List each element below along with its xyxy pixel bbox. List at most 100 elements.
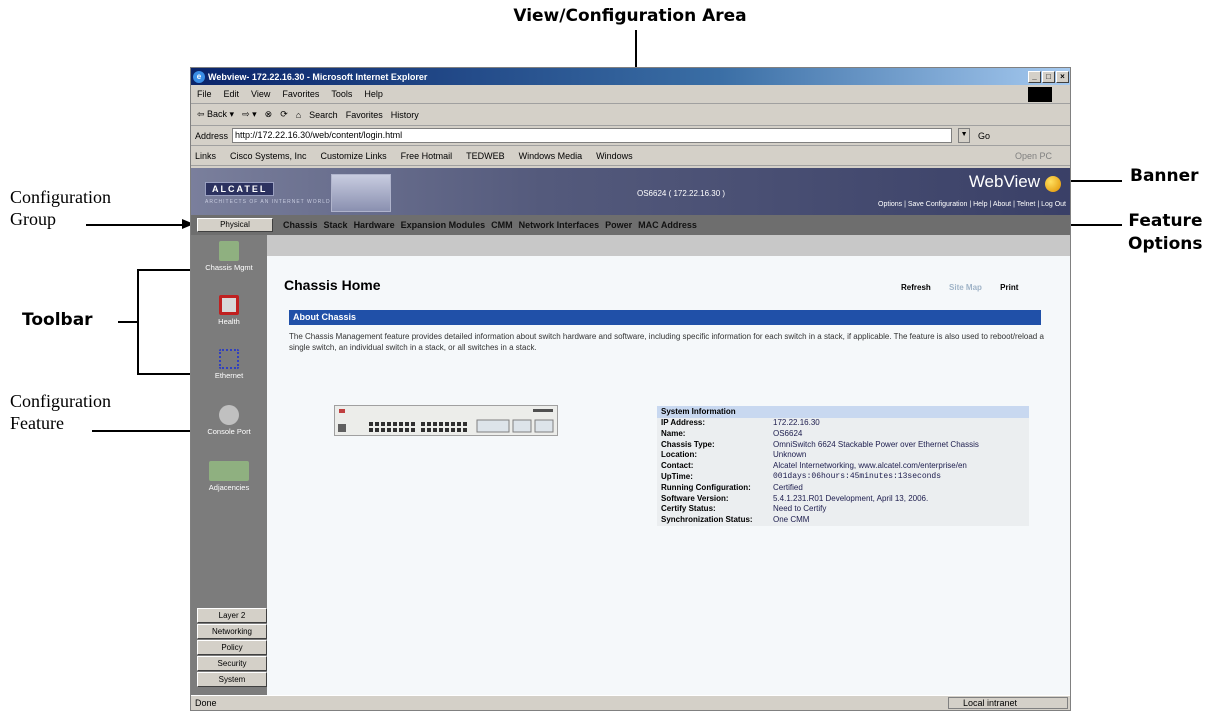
group-layer2-button[interactable]: Layer 2 xyxy=(197,608,267,623)
history-button[interactable]: History xyxy=(391,110,419,120)
feature-chassis[interactable]: Chassis xyxy=(283,220,318,230)
table-row: Chassis Type: OmniSwitch 6624 Stackable P… xyxy=(657,439,1029,451)
alcatel-tagline: ARCHITECTS OF AN INTERNET WORLD xyxy=(205,199,331,205)
tool-ethernet-label: Ethernet xyxy=(214,371,244,380)
configuration-feature-pointer xyxy=(92,430,202,432)
security-zone: Local intranet xyxy=(948,697,1068,709)
feature-options-label: Feature Options xyxy=(1128,211,1203,254)
home-icon[interactable]: ⌂ xyxy=(296,110,301,120)
row-key: Software Version: xyxy=(661,493,729,503)
feature-hardware[interactable]: Hardware xyxy=(354,220,395,230)
site-map-link[interactable]: Site Map xyxy=(949,283,982,292)
feature-network-interfaces[interactable]: Network Interfaces xyxy=(519,220,600,230)
row-key: Chassis Type: xyxy=(661,439,715,449)
address-input[interactable]: http://172.22.16.30/web/content/login.ht… xyxy=(232,128,953,143)
switch-front-panel-image xyxy=(334,405,558,436)
table-row: Name: OS6624 xyxy=(657,428,1029,440)
group-system-button[interactable]: System xyxy=(197,672,267,687)
configuration-group-pointer xyxy=(86,224,182,226)
row-value: Unknown xyxy=(773,450,807,460)
window-titlebar: e Webview- 172.22.16.30 - Microsoft Inte… xyxy=(191,68,1070,85)
group-policy-button[interactable]: Policy xyxy=(197,640,267,655)
tool-chassis-mgmt[interactable]: Chassis Mgmt xyxy=(191,241,267,272)
refresh-icon[interactable]: ⟳ xyxy=(280,109,288,120)
address-bar: Address http://172.22.16.30/web/content/… xyxy=(191,126,1070,146)
links-bar: Links Cisco Systems, Inc Customize Links… xyxy=(191,146,1070,166)
table-row: Running Configuration: Certified xyxy=(657,482,1029,494)
close-button[interactable]: × xyxy=(1056,70,1069,83)
print-link[interactable]: Print xyxy=(1000,283,1018,292)
tool-adjacencies[interactable]: Adjacencies xyxy=(191,461,267,492)
links-label: Links xyxy=(195,150,217,161)
back-button[interactable]: ⇦ Back ▾ xyxy=(197,109,234,120)
menu-view[interactable]: View xyxy=(251,89,270,99)
tool-health[interactable]: Health xyxy=(191,295,267,326)
browser-toolbar: ⇦ Back ▾ ⇨ ▾ ⊗ ⟳ ⌂ Search Favorites Hist… xyxy=(191,104,1070,126)
ethernet-icon xyxy=(219,349,239,369)
menu-favorites[interactable]: Favorites xyxy=(282,89,319,99)
tool-chassis-mgmt-label: Chassis Mgmt xyxy=(205,263,253,272)
ie-icon: e xyxy=(193,70,205,83)
webview-title: WebView xyxy=(968,172,1040,191)
banner: ALCATEL ARCHITECTS OF AN INTERNET WORLD … xyxy=(191,168,1070,215)
minimize-button[interactable]: _ xyxy=(1028,70,1041,83)
stop-icon[interactable]: ⊗ xyxy=(265,109,273,120)
toolbar-pointer xyxy=(118,321,138,323)
go-button[interactable]: Go xyxy=(978,131,990,141)
about-chassis-text: The Chassis Management feature provides … xyxy=(289,332,1044,352)
row-value: Need to Certify xyxy=(773,504,827,514)
refresh-link[interactable]: Refresh xyxy=(901,283,931,292)
feature-mac-address[interactable]: MAC Address xyxy=(638,220,697,230)
forward-button[interactable]: ⇨ ▾ xyxy=(242,109,257,120)
favorites-button[interactable]: Favorites xyxy=(346,110,383,120)
table-row: UpTime: 001days:06hours:45minutes:13secon… xyxy=(657,471,1029,483)
content-header-strip xyxy=(267,235,1070,256)
view-area-label: View/Configuration Area xyxy=(513,6,747,26)
table-row: Certify Status: Need to Certify xyxy=(657,504,1029,516)
feature-expansion-modules[interactable]: Expansion Modules xyxy=(401,220,486,230)
menu-help[interactable]: Help xyxy=(364,89,383,99)
banner-links[interactable]: Options | Save Configuration | Help | Ab… xyxy=(878,201,1066,208)
table-row: Software Version: 5.4.1.231.R01 Developme… xyxy=(657,493,1029,505)
health-icon xyxy=(219,295,239,315)
alcatel-logo: ALCATEL xyxy=(205,182,275,196)
table-row: Location: Unknown xyxy=(657,450,1029,462)
chassis-graphic xyxy=(331,174,391,212)
adjacencies-icon xyxy=(209,461,249,481)
tool-console-port[interactable]: Console Port xyxy=(191,405,267,436)
row-key: Synchronization Status: xyxy=(661,515,753,525)
open-pc-link[interactable]: Open PC xyxy=(1015,151,1052,161)
row-value: OS6624 xyxy=(773,428,803,438)
toolbar-label: Toolbar xyxy=(22,310,93,330)
configuration-feature-label: Configuration Feature xyxy=(10,391,111,433)
row-key: Contact: xyxy=(661,461,694,471)
search-button[interactable]: Search xyxy=(309,110,338,120)
link-tedweb[interactable]: TEDWEB xyxy=(466,151,505,161)
menu-tools[interactable]: Tools xyxy=(331,89,352,99)
tool-ethernet[interactable]: Ethernet xyxy=(191,349,267,380)
table-row: Contact: Alcatel Internetworking, www.alc… xyxy=(657,461,1029,472)
link-windows-media[interactable]: Windows Media xyxy=(519,151,583,161)
maximize-button[interactable]: □ xyxy=(1042,70,1055,83)
link-cisco[interactable]: Cisco Systems, Inc xyxy=(230,151,307,161)
link-customize[interactable]: Customize Links xyxy=(321,151,387,161)
link-windows[interactable]: Windows xyxy=(596,151,633,161)
group-physical-button[interactable]: Physical xyxy=(197,218,273,232)
feature-cmm[interactable]: CMM xyxy=(491,220,513,230)
row-key: UpTime: xyxy=(661,471,693,481)
menu-edit[interactable]: Edit xyxy=(224,89,240,99)
link-hotmail[interactable]: Free Hotmail xyxy=(401,151,453,161)
row-value: 5.4.1.231.R01 Development, April 13, 200… xyxy=(773,493,929,503)
page-links: Refresh Site Map Print xyxy=(901,283,1034,292)
globe-icon xyxy=(1045,176,1061,192)
feature-power[interactable]: Power xyxy=(605,220,632,230)
group-security-button[interactable]: Security xyxy=(197,656,267,671)
group-networking-button[interactable]: Networking xyxy=(197,624,267,639)
menu-file[interactable]: File xyxy=(197,89,212,99)
address-dropdown-icon[interactable]: ▼ xyxy=(958,128,971,143)
console-port-icon xyxy=(219,405,239,425)
chassis-icon xyxy=(219,241,239,261)
feature-stack[interactable]: Stack xyxy=(324,220,348,230)
view-configuration-area: Chassis Home Refresh Site Map Print Abou… xyxy=(267,235,1070,695)
page-title: Chassis Home xyxy=(284,277,381,293)
